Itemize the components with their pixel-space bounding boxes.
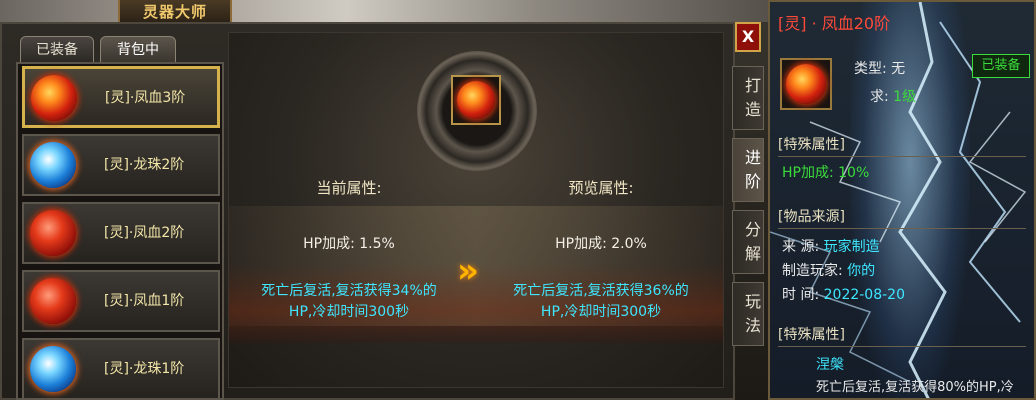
nirvana-skill: 涅槃 — [816, 357, 844, 373]
list-item[interactable]: [灵]·凤血2阶 — [22, 202, 220, 264]
source-label: 来 源: — [782, 239, 824, 255]
current-description: 死亡后复活,复活获得34%的 HP,冷却时间300秒 — [239, 281, 459, 323]
window-title: 灵器大师 — [142, 3, 207, 21]
tooltip-type: 类型: 无 — [854, 61, 906, 77]
requirement-value: 1级 — [893, 89, 917, 105]
maker-label: 制造玩家: — [782, 263, 848, 279]
maker-row: 制造玩家: 你的 — [782, 260, 875, 280]
dragon-pearl-icon — [30, 142, 76, 188]
fire-orb-icon — [457, 81, 495, 119]
title-plate: 灵器大师 — [118, 0, 232, 22]
preview-description: 死亡后复活,复活获得36%的 HP,冷却时间300秒 — [491, 281, 711, 323]
list-item[interactable]: [灵]·凤血3阶 — [22, 66, 220, 128]
equipped-badge: 已装备 — [972, 54, 1030, 78]
item-name: [灵]·凤血2阶 — [104, 225, 185, 241]
tab-advance[interactable]: 进阶 — [732, 138, 764, 202]
special-attributes-header-2: [特殊属性] — [778, 324, 1026, 347]
time-row: 时 间: 2022-08-20 — [782, 284, 905, 304]
tab-forge[interactable]: 打造 — [732, 66, 764, 130]
list-item[interactable]: [灵]·龙珠1阶 — [22, 338, 220, 400]
time-label: 时 间: — [782, 287, 824, 303]
dragon-pearl-icon — [30, 346, 76, 392]
fire-orb-icon — [786, 64, 826, 104]
item-name: [灵]·龙珠1阶 — [104, 361, 185, 377]
tooltip-requirement: 求: 1级 — [870, 86, 916, 106]
item-name: [灵]·龙珠2阶 — [104, 157, 185, 173]
tooltip-hp-bonus: HP加成: 10% — [782, 165, 870, 181]
title-bar-stone — [0, 0, 770, 22]
close-button[interactable]: X — [735, 22, 761, 52]
tooltip-title: [灵] · 凤血20阶 — [778, 14, 891, 33]
tab-backpack[interactable]: 背包中 — [100, 36, 176, 62]
fire-orb-icon — [31, 75, 77, 121]
list-item[interactable]: [灵]·凤血1阶 — [22, 270, 220, 332]
maker-value: 你的 — [847, 263, 876, 279]
fire-orb-icon — [30, 210, 76, 256]
item-tooltip: [灵] · 凤血20阶 类型: 无 求: 1级 已装备 [特殊属性] HP加成:… — [768, 0, 1036, 400]
preview-desc-line2: HP,冷却时间300秒 — [540, 304, 662, 320]
double-chevron-right-icon: » — [457, 251, 479, 291]
item-list: [灵]·凤血3阶 [灵]·龙珠2阶 [灵]·凤血2阶 [灵]·凤血1阶 [灵]·… — [16, 62, 224, 400]
special-attributes-header: [特殊属性] — [778, 134, 1026, 157]
current-desc-line1: 死亡后复活,复活获得34%的 — [261, 283, 437, 299]
item-name: [灵]·凤血1阶 — [104, 293, 185, 309]
requirement-label: 求: — [870, 89, 894, 105]
upgrade-panel: 当前属性: 预览属性: HP加成: 1.5% HP加成: 2.0% 死亡后复活,… — [228, 32, 724, 388]
preview-attributes-header: 预览属性: — [568, 179, 634, 197]
preview-desc-line1: 死亡后复活,复活获得36%的 — [513, 283, 689, 299]
current-attributes-header: 当前属性: — [316, 179, 382, 197]
fire-orb-icon — [30, 278, 76, 324]
nirvana-description: 死亡后复活,复活获得80%的HP,冷 — [816, 380, 1014, 395]
item-source-header: [物品来源] — [778, 206, 1026, 229]
tab-equipped[interactable]: 已装备 — [20, 36, 94, 62]
tooltip-item-slot — [780, 58, 832, 110]
tab-gameplay[interactable]: 玩法 — [732, 282, 764, 346]
source-value: 玩家制造 — [823, 239, 880, 255]
item-slot[interactable] — [451, 75, 501, 125]
source-row: 来 源: 玩家制造 — [782, 236, 880, 256]
item-name: [灵]·凤血3阶 — [105, 90, 186, 106]
tab-dismantle[interactable]: 分解 — [732, 210, 764, 274]
list-item[interactable]: [灵]·龙珠2阶 — [22, 134, 220, 196]
current-hp-bonus: HP加成: 1.5% — [303, 236, 395, 252]
current-desc-line2: HP,冷却时间300秒 — [288, 304, 410, 320]
time-value: 2022-08-20 — [823, 287, 905, 303]
preview-hp-bonus: HP加成: 2.0% — [555, 236, 647, 252]
